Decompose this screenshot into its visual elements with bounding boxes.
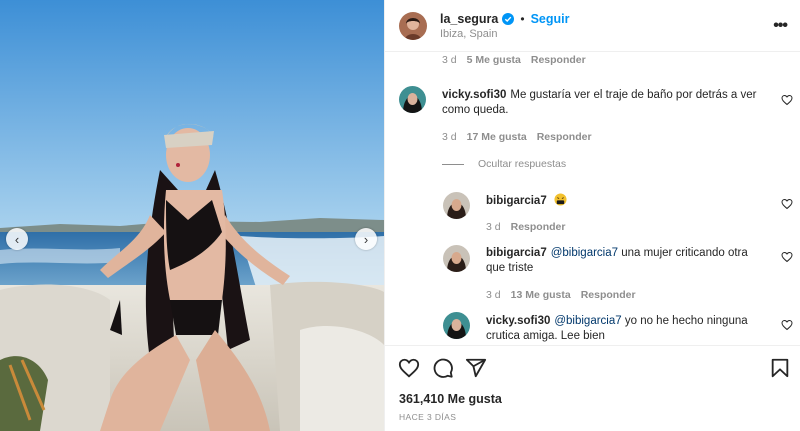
instagram-post-view: ‹ › la_segura • Seguir Ibiza, Spain ••• … — [0, 0, 800, 431]
header-line: la_segura • Seguir — [440, 12, 569, 26]
reply-age: 3 d — [486, 221, 501, 233]
comment-likes[interactable]: 5 Me gusta — [467, 54, 521, 66]
likes-count[interactable]: 361,410 Me gusta — [399, 392, 502, 406]
like-reply-heart-icon[interactable] — [781, 251, 793, 263]
reply-button[interactable]: Responder — [537, 131, 592, 143]
next-photo-button[interactable]: › — [355, 228, 377, 250]
reply: bibigarcia7 @bibigarcia7 una mujer critic… — [486, 246, 761, 276]
reply-avatar[interactable] — [443, 192, 470, 219]
separator-dot: • — [520, 11, 525, 26]
like-comment-heart-icon[interactable] — [781, 94, 793, 106]
post-actions-bar: 361,410 Me gusta HACE 3 DÍAS — [385, 345, 800, 431]
author-username[interactable]: la_segura — [440, 12, 498, 26]
follow-button[interactable]: Seguir — [531, 12, 570, 26]
post-date[interactable]: HACE 3 DÍAS — [399, 412, 456, 422]
reply-username[interactable]: bibigarcia7 — [486, 195, 547, 207]
post-header: la_segura • Seguir Ibiza, Spain ••• — [385, 0, 800, 52]
comment-age: 3 d — [442, 131, 457, 143]
heart-icon[interactable] — [398, 357, 420, 379]
comment-likes[interactable]: 17 Me gusta — [467, 131, 527, 143]
reply-mention[interactable]: @bibigarcia7 — [554, 315, 621, 327]
reply-username[interactable]: bibigarcia7 — [486, 247, 547, 259]
comments-panel: la_segura • Seguir Ibiza, Spain ••• 3 d … — [384, 0, 800, 431]
reply-age: 3 d — [486, 289, 501, 301]
commenter-avatar[interactable] — [399, 86, 426, 113]
more-options-icon[interactable]: ••• — [773, 17, 788, 35]
reply-meta: 3 d 13 Me gusta Responder — [486, 289, 636, 301]
like-reply-heart-icon[interactable] — [781, 319, 793, 331]
reply: bibigarcia7 — [486, 193, 761, 209]
chevron-left-icon: ‹ — [14, 231, 20, 247]
reply: vicky.sofi30 @bibigarcia7 yo no he hecho … — [486, 314, 761, 344]
share-icon[interactable] — [465, 357, 487, 379]
reply-likes[interactable]: 13 Me gusta — [511, 289, 571, 301]
comment-meta: 3 d 17 Me gusta Responder — [442, 131, 592, 143]
like-reply-heart-icon[interactable] — [781, 198, 793, 210]
reply-avatar[interactable] — [443, 245, 470, 272]
reply-avatar[interactable] — [443, 312, 470, 339]
reply-username[interactable]: vicky.sofi30 — [486, 315, 550, 327]
header-text: la_segura • Seguir Ibiza, Spain — [440, 12, 569, 40]
previous-photo-button[interactable]: ‹ — [6, 228, 28, 250]
verified-badge-icon — [502, 12, 515, 25]
comments-list[interactable]: 3 d 5 Me gusta Responder vicky.sofi30 Me … — [385, 52, 800, 345]
reply-button[interactable]: Responder — [531, 54, 586, 66]
comment-icon[interactable] — [432, 357, 454, 379]
hide-replies-label: Ocultar respuestas — [478, 158, 567, 170]
reply-meta: 3 d Responder — [486, 221, 565, 233]
comment: vicky.sofi30 Me gustaría ver el traje de … — [442, 88, 760, 118]
hide-replies-toggle[interactable]: Ocultar respuestas — [442, 158, 566, 170]
post-location[interactable]: Ibiza, Spain — [440, 28, 569, 40]
bookmark-icon[interactable] — [769, 357, 791, 379]
comment-username[interactable]: vicky.sofi30 — [442, 89, 506, 101]
comment-age: 3 d — [442, 54, 457, 66]
post-image — [0, 0, 384, 431]
reply-button[interactable]: Responder — [581, 289, 636, 301]
chevron-right-icon: › — [363, 231, 369, 247]
reply-button[interactable]: Responder — [511, 221, 566, 233]
post-photo[interactable]: ‹ › — [0, 0, 384, 431]
divider-line — [442, 163, 464, 165]
comment-meta: 3 d 5 Me gusta Responder — [442, 54, 586, 66]
reply-mention[interactable]: @bibigarcia7 — [551, 247, 618, 259]
author-avatar[interactable] — [399, 11, 427, 40]
face-with-symbols-emoji — [554, 193, 567, 206]
